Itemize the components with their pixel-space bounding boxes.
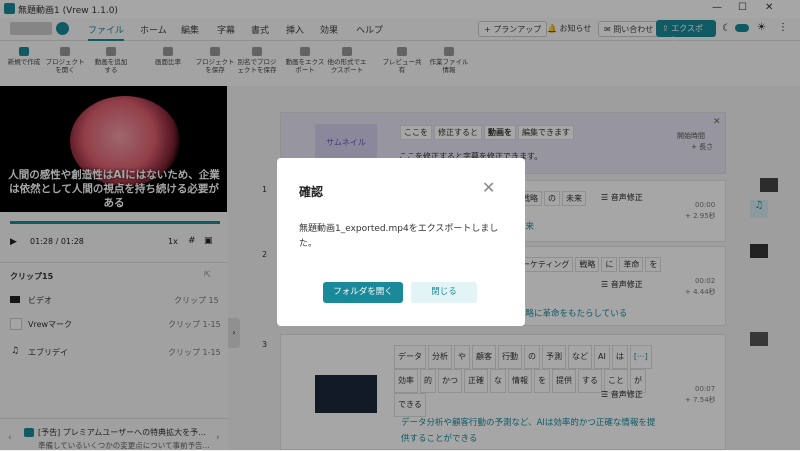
open-folder-button[interactable]: フォルダを開く [323,282,403,303]
dialog-title: 確認 [299,185,324,199]
close-button[interactable]: 閉じる [411,282,477,303]
confirm-dialog: 確認 ✕ 無題動画1_exported.mp4をエクスポートしました。 フォルダ… [277,158,525,326]
dialog-message: 無題動画1_exported.mp4をエクスポートしました。 [299,224,499,249]
close-icon[interactable]: ✕ [482,178,495,197]
